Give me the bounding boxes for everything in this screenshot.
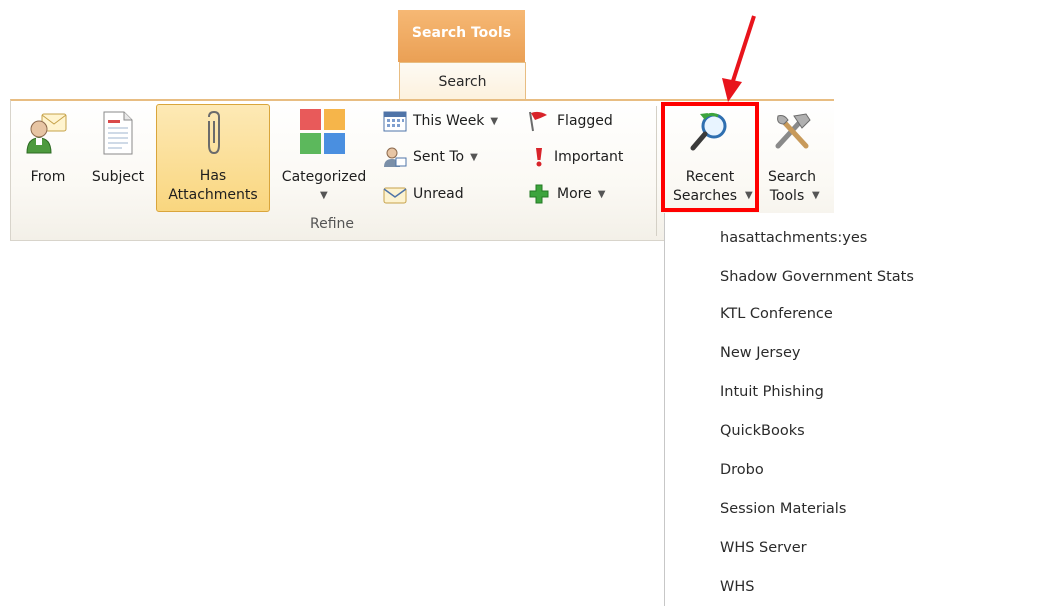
from-label: From: [30, 169, 66, 185]
sent-to-icon: [384, 147, 407, 167]
categorized-button[interactable]: Categorized ▼: [272, 106, 376, 206]
has-attachments-button[interactable]: Has Attachments: [156, 104, 270, 212]
chevron-down-icon: ▼: [812, 190, 820, 201]
flag-icon: [529, 111, 547, 132]
menu-item[interactable]: New Jersey: [720, 345, 800, 361]
document-icon: [103, 111, 133, 155]
paperclip-icon: [208, 110, 220, 155]
flagged-label: Flagged: [557, 113, 613, 129]
menu-item[interactable]: WHS Server: [720, 540, 807, 556]
menu-item[interactable]: QuickBooks: [720, 423, 805, 439]
menu-item[interactable]: KTL Conference: [720, 306, 833, 322]
menu-item[interactable]: hasattachments:yes: [720, 230, 867, 246]
exclamation-icon: [536, 148, 542, 167]
has-attachments-label-2: Attachments: [168, 187, 258, 203]
sent-to-button[interactable]: Sent To ▼: [383, 144, 478, 170]
group-separator: [656, 106, 657, 236]
categorized-label: Categorized: [281, 169, 367, 185]
menu-item[interactable]: Drobo: [720, 462, 764, 478]
more-button[interactable]: More ▼: [527, 181, 605, 207]
chevron-down-icon: ▼: [320, 190, 328, 201]
this-week-button[interactable]: This Week ▼: [383, 108, 498, 134]
search-tools-label-2: Tools: [769, 188, 805, 204]
menu-item[interactable]: Intuit Phishing: [720, 384, 824, 400]
refine-group-label: Refine: [310, 216, 355, 232]
important-label: Important: [554, 149, 624, 165]
unread-button[interactable]: Unread: [383, 181, 464, 207]
categories-icon: [300, 109, 345, 154]
menu-item[interactable]: Session Materials: [720, 501, 846, 517]
search-tools-context-header: Search Tools: [398, 10, 525, 62]
search-tools-label-1: Search: [767, 169, 817, 185]
from-button[interactable]: From: [20, 110, 76, 200]
plus-icon: [529, 184, 549, 204]
tab-search[interactable]: Search: [399, 62, 526, 101]
from-icon: [26, 113, 67, 154]
chevron-down-icon: ▼: [470, 151, 478, 163]
sent-to-label: Sent To: [413, 149, 465, 165]
tools-icon: [775, 113, 811, 149]
menu-item[interactable]: WHS: [720, 579, 754, 595]
recent-searches-menu: hasattachments:yes Shadow Government Sta…: [664, 213, 1039, 606]
menu-item[interactable]: Shadow Government Stats: [720, 269, 914, 285]
subject-label: Subject: [91, 169, 145, 185]
search-tools-button[interactable]: Search Tools ▼: [762, 106, 822, 210]
more-label: More: [557, 186, 592, 202]
chevron-down-icon: ▼: [490, 115, 499, 127]
subject-button[interactable]: Subject: [86, 110, 150, 200]
highlight-box: [661, 102, 759, 212]
calendar-icon: [383, 111, 407, 132]
this-week-label: This Week: [413, 113, 485, 129]
important-button[interactable]: Important: [530, 144, 623, 170]
chevron-down-icon: ▼: [597, 188, 606, 200]
has-attachments-label-1: Has: [199, 168, 227, 184]
red-arrow-annotation: [722, 15, 756, 102]
unread-label: Unread: [413, 186, 464, 202]
envelope-icon: [383, 187, 407, 204]
flagged-button[interactable]: Flagged: [527, 108, 613, 134]
